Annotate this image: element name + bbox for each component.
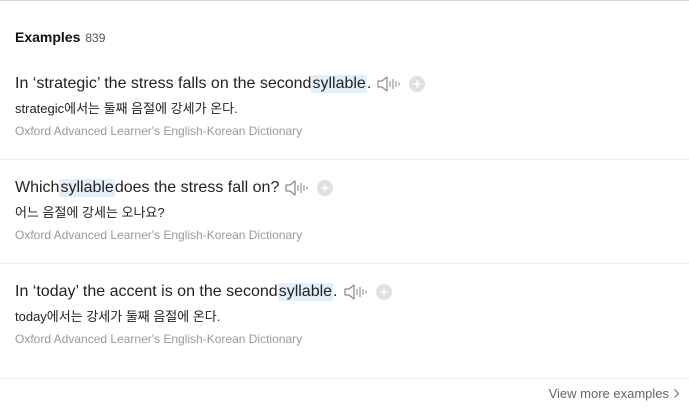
add-to-wordbook-button[interactable] bbox=[409, 76, 426, 92]
example-sentence: In ‘today’ the accent is on the second s… bbox=[15, 280, 392, 304]
speaker-icon[interactable] bbox=[377, 74, 401, 94]
highlighted-word[interactable]: syllable bbox=[311, 75, 367, 93]
example-source: Oxford Advanced Learner's English-Korean… bbox=[15, 332, 303, 346]
footer-divider bbox=[0, 378, 689, 379]
add-to-wordbook-button[interactable] bbox=[317, 180, 334, 196]
example-divider bbox=[0, 263, 689, 264]
speaker-icon[interactable] bbox=[285, 178, 309, 198]
example-sentence: Which syllable does the stress fall on? bbox=[15, 176, 334, 200]
examples-count: 839 bbox=[85, 31, 106, 45]
add-to-wordbook-button[interactable] bbox=[375, 284, 392, 300]
highlighted-word[interactable]: syllable bbox=[277, 283, 334, 301]
examples-title: Examples bbox=[15, 29, 81, 45]
top-divider bbox=[0, 0, 689, 1]
plus-icon bbox=[321, 184, 329, 192]
view-more-examples-link[interactable]: View more examples bbox=[549, 386, 680, 401]
plus-icon bbox=[380, 288, 387, 296]
example-translation: 어느 음절에 강세는 오나요? bbox=[15, 205, 165, 220]
example-translation: strategic에서는 둘째 음절에 강세가 온다. bbox=[15, 101, 238, 116]
view-more-label: View more examples bbox=[548, 386, 669, 401]
sentence-text: . bbox=[333, 283, 338, 300]
sentence-text: In ‘today’ the accent is on the second bbox=[15, 283, 278, 300]
example-source: Oxford Advanced Learner's English-Korean… bbox=[15, 124, 303, 138]
examples-header: Examples 839 bbox=[15, 29, 105, 49]
example-source: Oxford Advanced Learner's English-Korean… bbox=[15, 228, 303, 242]
sentence-text: does the stress fall on? bbox=[114, 179, 280, 196]
sentence-text: Which bbox=[15, 179, 60, 196]
example-translation: today에서는 강세가 둘째 음절에 온다. bbox=[15, 309, 221, 324]
example-sentence: In ‘strategic’ the stress falls on the s… bbox=[15, 72, 426, 96]
sentence-text: In ‘strategic’ the stress falls on the s… bbox=[15, 75, 312, 92]
plus-icon bbox=[413, 80, 421, 88]
example-divider bbox=[0, 159, 689, 160]
highlighted-word[interactable]: syllable bbox=[59, 179, 115, 197]
chevron-right-icon bbox=[673, 388, 680, 399]
speaker-icon[interactable] bbox=[343, 282, 368, 302]
sentence-text: . bbox=[366, 75, 372, 92]
